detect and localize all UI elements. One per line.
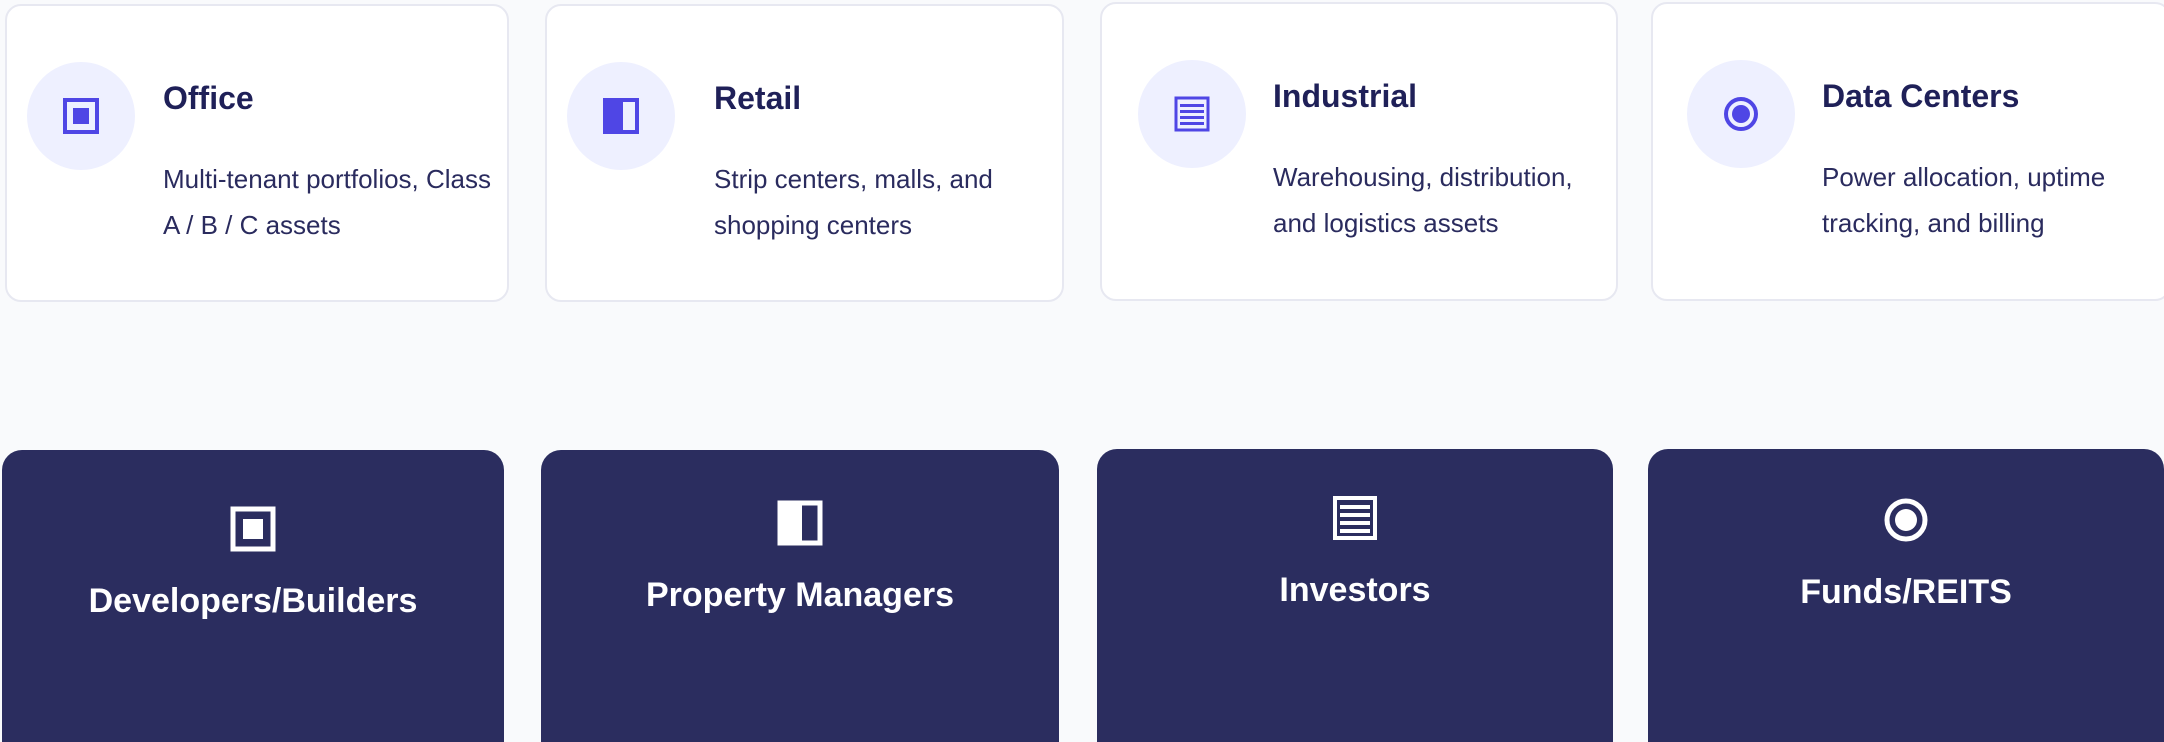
- industrial-lines-icon: [1138, 60, 1246, 168]
- asset-description: Warehousing, distribution, and logistics…: [1273, 162, 1573, 238]
- data-center-target-icon: [1883, 497, 1929, 543]
- audience-card-property-managers[interactable]: Property Managers: [541, 450, 1059, 742]
- retail-half-square-icon: [567, 62, 675, 170]
- office-square-icon: [27, 62, 135, 170]
- asset-card-retail[interactable]: Retail Strip centers, malls, and shoppin…: [545, 4, 1064, 302]
- audience-label: Developers/Builders: [88, 582, 418, 620]
- data-center-target-icon: [1687, 60, 1795, 168]
- audience-label: Funds/REITS: [1800, 573, 2012, 611]
- industrial-lines-icon: [1332, 495, 1378, 541]
- audience-card-funds-reits[interactable]: Funds/REITS: [1648, 449, 2164, 742]
- asset-title: Office: [163, 80, 254, 116]
- audience-label: Property Managers: [646, 576, 954, 614]
- audience-label: Investors: [1279, 571, 1431, 609]
- asset-title: Data Centers: [1822, 78, 2020, 114]
- audience-card-developers[interactable]: Developers/Builders: [2, 450, 504, 742]
- asset-title: Retail: [714, 80, 802, 116]
- audience-card-investors[interactable]: Investors: [1097, 449, 1613, 742]
- office-square-icon: [230, 506, 276, 552]
- asset-card-office[interactable]: Office Multi-tenant portfolios, Class A …: [5, 4, 509, 302]
- retail-half-square-icon: [777, 500, 823, 546]
- asset-card-data-centers[interactable]: Data Centers Power allocation, uptime tr…: [1651, 2, 2164, 301]
- asset-description: Power allocation, uptime tracking, and b…: [1822, 162, 2106, 238]
- asset-card-industrial[interactable]: Industrial Warehousing, distribution, an…: [1100, 2, 1618, 301]
- asset-description: Strip centers, malls, and shopping cente…: [714, 164, 993, 240]
- asset-description: Multi-tenant portfolios, Class A / B / C…: [163, 164, 492, 240]
- asset-title: Industrial: [1273, 78, 1418, 114]
